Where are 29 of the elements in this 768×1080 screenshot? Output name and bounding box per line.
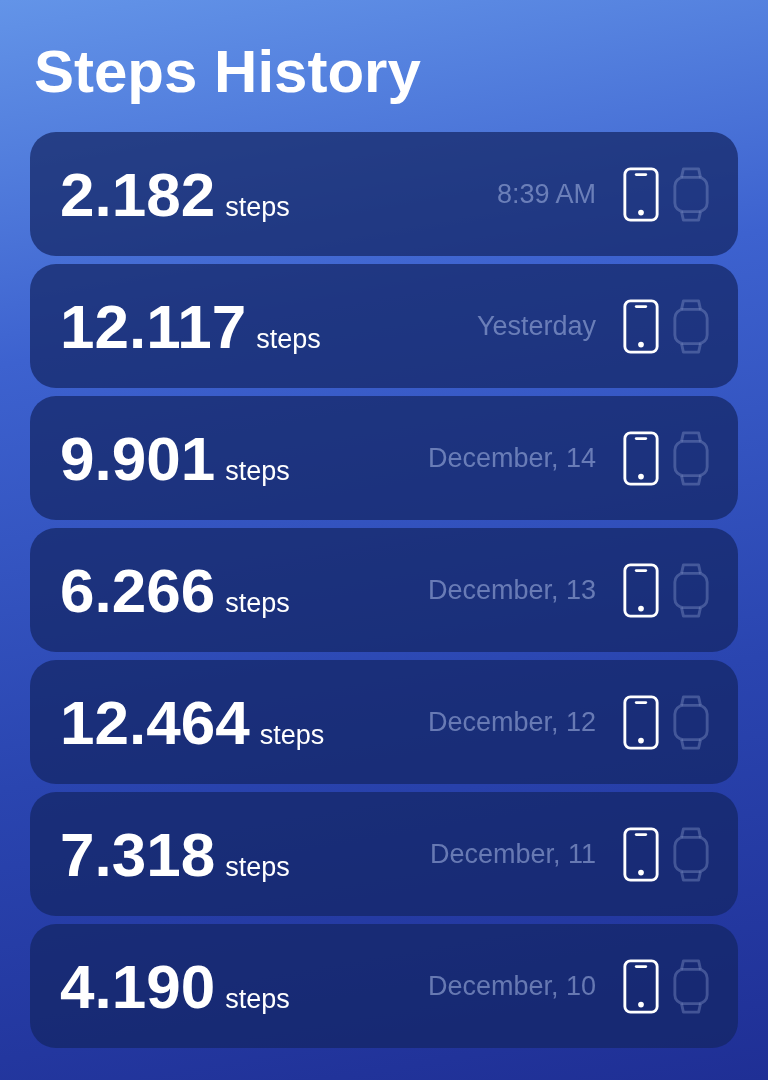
step-count: 6.266: [60, 554, 216, 626]
step-unit: steps: [256, 323, 321, 355]
record-time: December, 13: [427, 574, 596, 606]
record-time: 8:39 AM: [496, 178, 596, 210]
step-record-card[interactable]: 12.117 steps Yesterday: [30, 264, 738, 388]
page-title: Steps History: [34, 37, 422, 107]
record-time: December, 10: [427, 970, 596, 1002]
step-unit: steps: [225, 983, 290, 1015]
step-count: 12.117: [60, 290, 247, 362]
step-count: 12.464: [60, 686, 250, 758]
step-unit: steps: [225, 587, 290, 619]
step-count: 9.901: [60, 422, 216, 494]
record-time: December, 14: [427, 442, 596, 474]
step-record-card[interactable]: 9.901 steps December, 14: [30, 396, 738, 520]
step-unit: steps: [225, 851, 290, 883]
step-record-card[interactable]: 2.182 steps 8:39 AM: [30, 132, 738, 256]
record-time: Yesterday: [476, 310, 596, 342]
step-count: 4.190: [60, 950, 216, 1022]
step-record-card[interactable]: 12.464 steps December, 12: [30, 660, 738, 784]
step-record-card[interactable]: 7.318 steps December, 11: [30, 792, 738, 916]
record-time: December, 12: [427, 706, 596, 738]
step-count: 7.318: [60, 818, 216, 890]
step-record-card[interactable]: 4.190 steps December, 10: [30, 924, 738, 1048]
step-unit: steps: [225, 191, 290, 223]
step-record-card[interactable]: 6.266 steps December, 13: [30, 528, 738, 652]
step-unit: steps: [259, 719, 325, 751]
step-unit: steps: [225, 455, 290, 487]
record-time: December, 11: [429, 838, 596, 870]
step-count: 2.182: [60, 158, 216, 230]
